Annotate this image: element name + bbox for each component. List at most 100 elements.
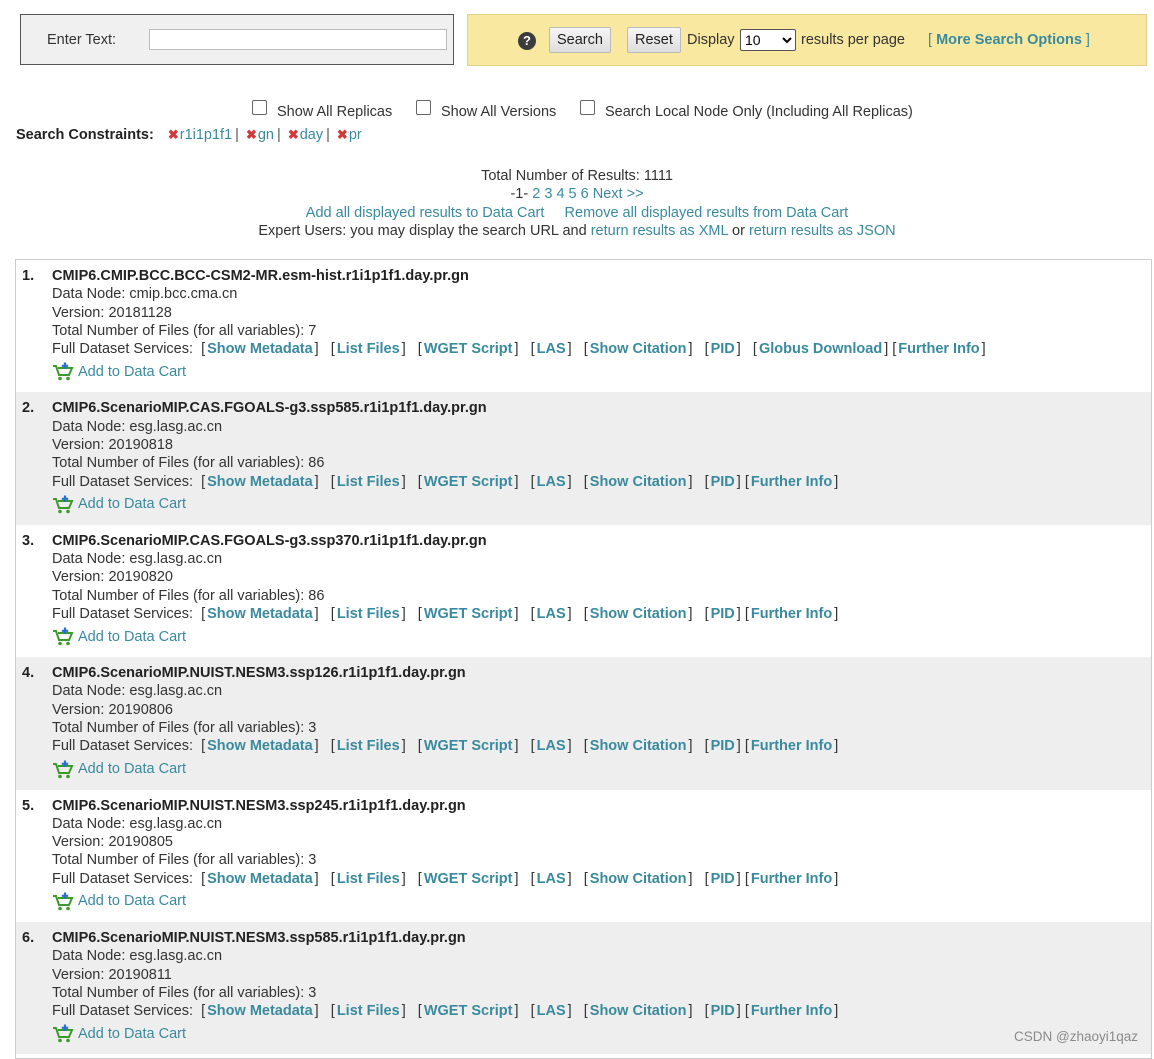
further-info-link[interactable]: Further Info bbox=[898, 341, 979, 357]
las-link[interactable]: LAS bbox=[537, 1003, 566, 1019]
add-all-to-cart-link[interactable]: Add all displayed results to Data Cart bbox=[306, 205, 545, 221]
show-all-replicas-checkbox[interactable] bbox=[252, 99, 267, 115]
list-files-link[interactable]: List Files bbox=[337, 474, 400, 490]
add-to-cart-link[interactable]: Add to Data Cart bbox=[78, 363, 186, 381]
show-citation-link[interactable]: Show Citation bbox=[590, 606, 687, 622]
constraint-r1i1p1f1[interactable]: ✖r1i1p1f1 bbox=[168, 127, 232, 143]
pid-link[interactable]: PID bbox=[711, 606, 735, 622]
globus-download-link[interactable]: Globus Download bbox=[759, 341, 882, 357]
pid-link[interactable]: PID bbox=[711, 1003, 735, 1019]
las-link[interactable]: LAS bbox=[537, 738, 566, 754]
help-icon[interactable]: ? bbox=[518, 32, 536, 50]
local-node-only-checkbox[interactable] bbox=[580, 99, 595, 115]
add-to-cart-link[interactable]: Add to Data Cart bbox=[78, 760, 186, 778]
las-link[interactable]: LAS bbox=[537, 341, 566, 357]
remove-icon[interactable]: ✖ bbox=[288, 127, 299, 142]
list-files-link[interactable]: List Files bbox=[337, 738, 400, 754]
json-link[interactable]: return results as JSON bbox=[749, 223, 896, 239]
show-metadata-link[interactable]: Show Metadata bbox=[207, 474, 313, 490]
constraint-pr[interactable]: ✖pr bbox=[337, 127, 362, 143]
show-all-replicas-option[interactable]: Show All Replicas bbox=[252, 99, 392, 120]
cart-add-icon[interactable] bbox=[52, 1024, 74, 1043]
remove-icon[interactable]: ✖ bbox=[246, 127, 257, 142]
las-link[interactable]: LAS bbox=[537, 871, 566, 887]
wget-script-link[interactable]: WGET Script bbox=[424, 871, 513, 887]
data-node-value: esg.lasg.ac.cn bbox=[129, 418, 223, 435]
results-per-page-select[interactable]: 10 bbox=[740, 29, 796, 51]
search-input[interactable] bbox=[149, 29, 447, 50]
further-info-link[interactable]: Further Info bbox=[751, 738, 832, 754]
wget-script-link[interactable]: WGET Script bbox=[424, 606, 513, 622]
further-info-link[interactable]: Further Info bbox=[751, 1003, 832, 1019]
page-link[interactable]: 4 bbox=[556, 186, 564, 202]
list-files-link[interactable]: List Files bbox=[337, 606, 400, 622]
show-metadata-link[interactable]: Show Metadata bbox=[207, 738, 313, 754]
total-files-label: Total Number of Files (for all variables… bbox=[52, 984, 305, 1001]
total-files-value: 3 bbox=[308, 852, 317, 869]
show-all-versions-checkbox[interactable] bbox=[416, 99, 431, 115]
more-search-options-link[interactable]: More Search Options bbox=[936, 32, 1082, 48]
add-to-cart-link[interactable]: Add to Data Cart bbox=[78, 628, 186, 646]
pid-link[interactable]: PID bbox=[711, 474, 735, 490]
wget-script-link[interactable]: WGET Script bbox=[424, 474, 513, 490]
add-to-cart[interactable]: Add to Data Cart bbox=[52, 627, 838, 646]
results-per-page-label: results per page bbox=[801, 32, 905, 48]
wget-script-link[interactable]: WGET Script bbox=[424, 1003, 513, 1019]
constraint-day[interactable]: ✖day bbox=[288, 127, 323, 143]
wget-script-link[interactable]: WGET Script bbox=[424, 738, 513, 754]
further-info-link[interactable]: Further Info bbox=[751, 871, 832, 887]
list-files-link[interactable]: List Files bbox=[337, 1003, 400, 1019]
las-link[interactable]: LAS bbox=[537, 606, 566, 622]
show-metadata-link[interactable]: Show Metadata bbox=[207, 1003, 313, 1019]
pid-link[interactable]: PID bbox=[711, 738, 735, 754]
show-metadata-link[interactable]: Show Metadata bbox=[207, 341, 313, 357]
xml-link[interactable]: return results as XML bbox=[591, 223, 728, 239]
cart-add-icon[interactable] bbox=[52, 495, 74, 514]
add-to-cart[interactable]: Add to Data Cart bbox=[52, 495, 838, 514]
local-node-only-option[interactable]: Search Local Node Only (Including All Re… bbox=[580, 99, 913, 120]
constraint-gn[interactable]: ✖gn bbox=[246, 127, 274, 143]
show-citation-link[interactable]: Show Citation bbox=[590, 1003, 687, 1019]
list-files-link[interactable]: List Files bbox=[337, 341, 400, 357]
show-citation-link[interactable]: Show Citation bbox=[590, 871, 687, 887]
constraint-link[interactable]: r1i1p1f1 bbox=[180, 127, 232, 143]
add-to-cart[interactable]: Add to Data Cart bbox=[52, 1024, 838, 1043]
add-to-cart[interactable]: Add to Data Cart bbox=[52, 760, 838, 779]
cart-add-icon[interactable] bbox=[52, 760, 74, 779]
constraint-link[interactable]: pr bbox=[349, 127, 362, 143]
constraint-link[interactable]: day bbox=[300, 127, 323, 143]
show-citation-link[interactable]: Show Citation bbox=[590, 738, 687, 754]
list-files-link[interactable]: List Files bbox=[337, 871, 400, 887]
cart-add-icon[interactable] bbox=[52, 362, 74, 381]
show-metadata-link[interactable]: Show Metadata bbox=[207, 871, 313, 887]
add-to-cart[interactable]: Add to Data Cart bbox=[52, 892, 838, 911]
show-metadata-link[interactable]: Show Metadata bbox=[207, 606, 313, 622]
show-citation-link[interactable]: Show Citation bbox=[590, 341, 687, 357]
next-page-link[interactable]: Next >> bbox=[593, 186, 644, 202]
add-to-cart-link[interactable]: Add to Data Cart bbox=[78, 892, 186, 910]
las-link[interactable]: LAS bbox=[537, 474, 566, 490]
search-button[interactable]: Search bbox=[549, 27, 611, 53]
show-citation-link[interactable]: Show Citation bbox=[590, 474, 687, 490]
remove-icon[interactable]: ✖ bbox=[337, 127, 348, 142]
page-link[interactable]: 3 bbox=[544, 186, 552, 202]
constraint-link[interactable]: gn bbox=[258, 127, 274, 143]
services-label: Full Dataset Services: bbox=[52, 870, 194, 887]
cart-add-icon[interactable] bbox=[52, 627, 74, 646]
add-to-cart[interactable]: Add to Data Cart bbox=[52, 362, 986, 381]
page-link[interactable]: 6 bbox=[581, 186, 589, 202]
reset-button[interactable]: Reset bbox=[627, 27, 681, 53]
remove-all-from-cart-link[interactable]: Remove all displayed results from Data C… bbox=[565, 205, 849, 221]
wget-script-link[interactable]: WGET Script bbox=[424, 341, 513, 357]
pid-link[interactable]: PID bbox=[711, 871, 735, 887]
further-info-link[interactable]: Further Info bbox=[751, 606, 832, 622]
show-all-versions-option[interactable]: Show All Versions bbox=[416, 99, 556, 120]
add-to-cart-link[interactable]: Add to Data Cart bbox=[78, 495, 186, 513]
cart-add-icon[interactable] bbox=[52, 892, 74, 911]
page-link[interactable]: 5 bbox=[569, 186, 577, 202]
pid-link[interactable]: PID bbox=[711, 341, 735, 357]
remove-icon[interactable]: ✖ bbox=[168, 127, 179, 142]
further-info-link[interactable]: Further Info bbox=[751, 474, 832, 490]
page-link[interactable]: 2 bbox=[532, 186, 540, 202]
add-to-cart-link[interactable]: Add to Data Cart bbox=[78, 1025, 186, 1043]
